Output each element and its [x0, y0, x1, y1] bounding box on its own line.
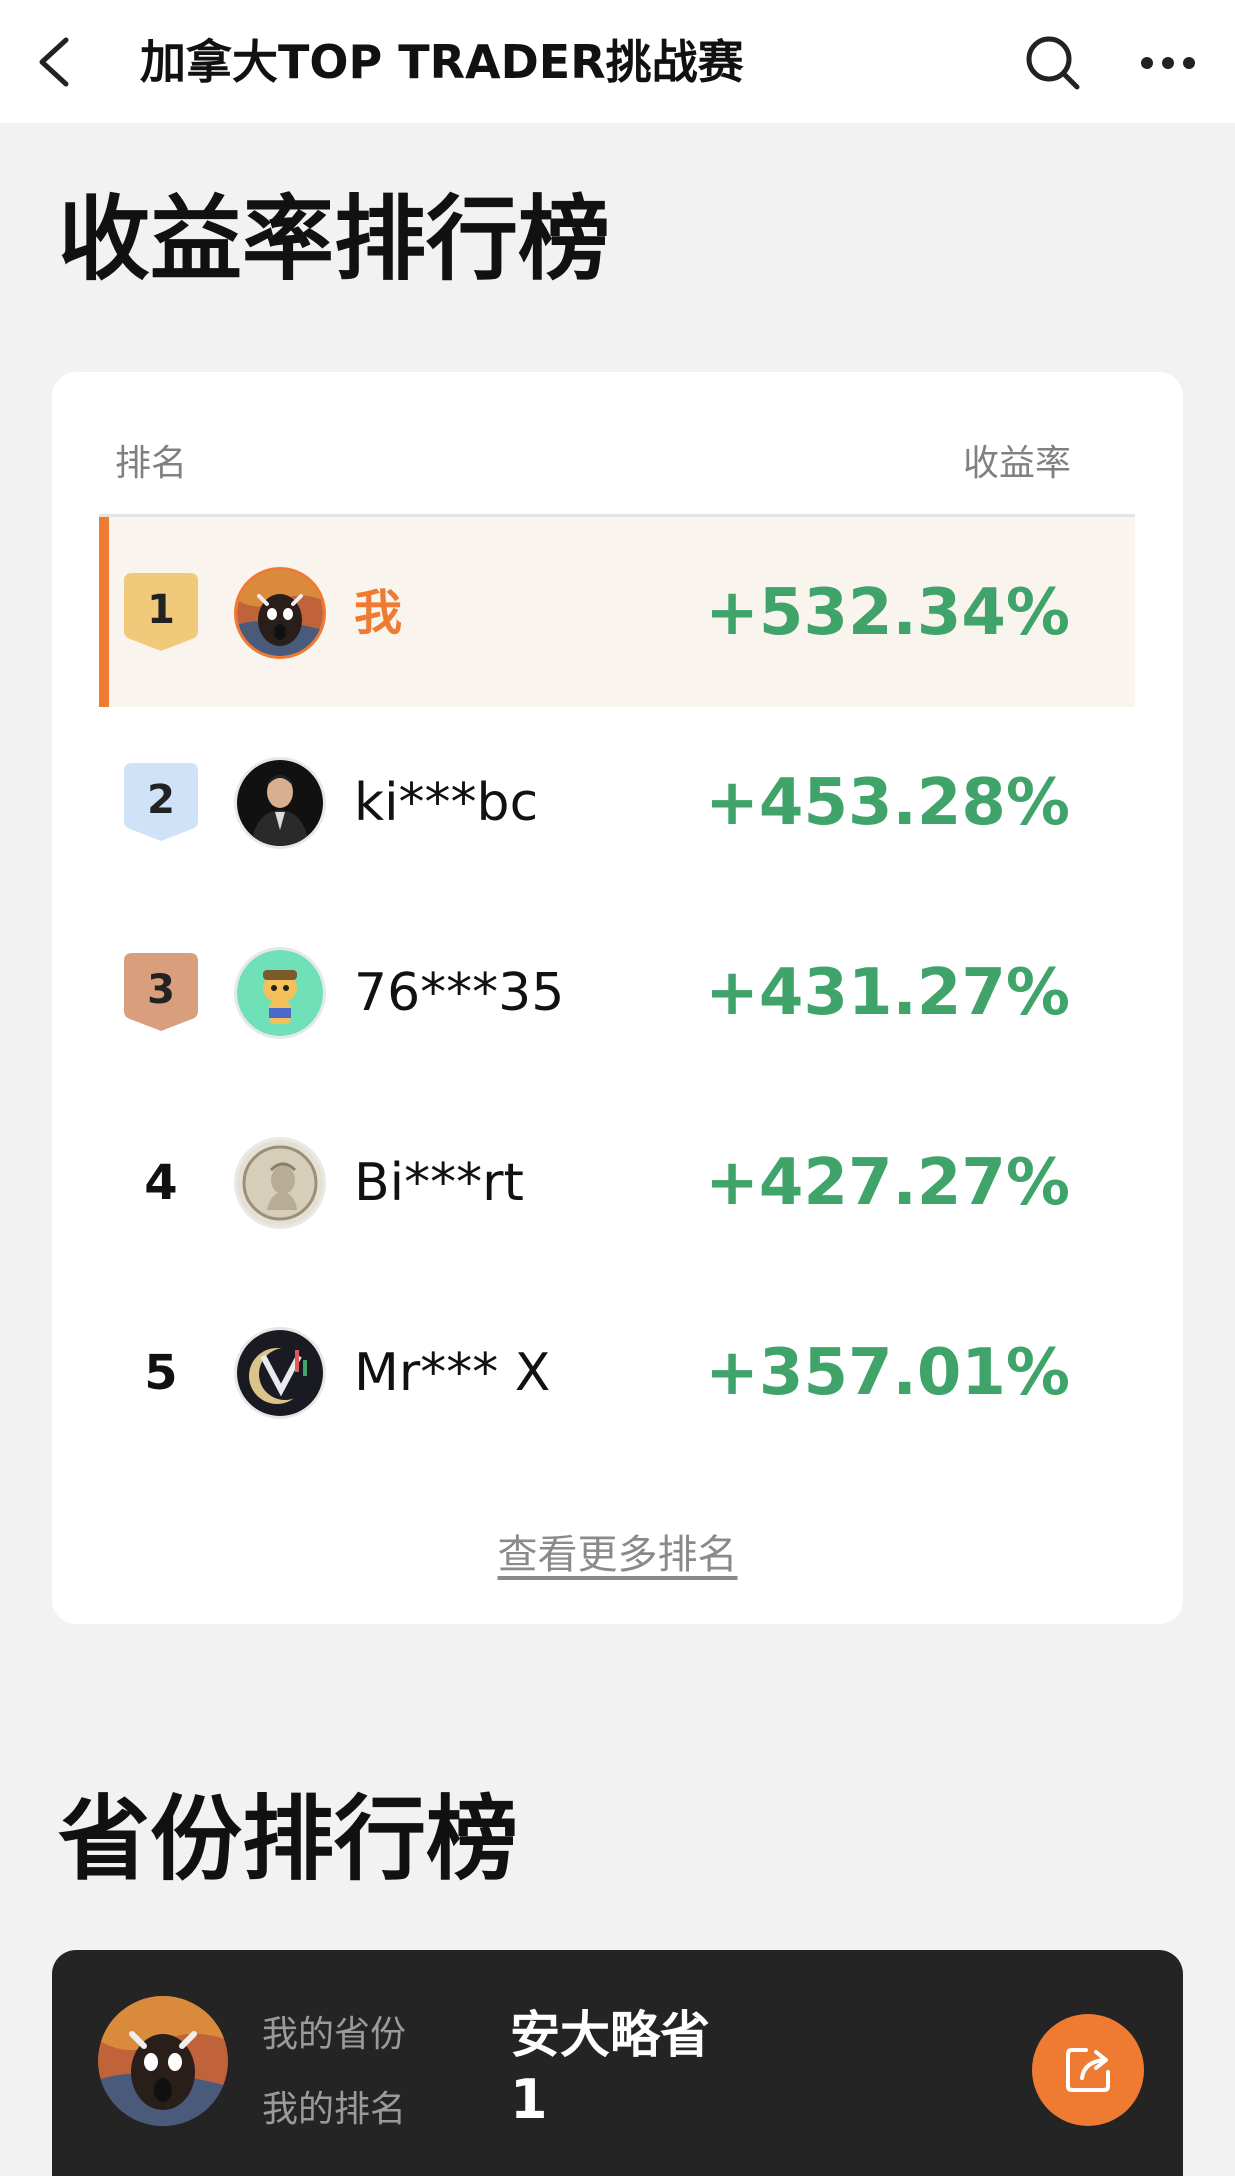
- ranking-row[interactable]: 2 ki***bc +453.28%: [99, 707, 1135, 897]
- return-value: +431.27%: [705, 956, 1070, 1030]
- my-province-card: 我的省份 我的排名 安大略省 1: [52, 1950, 1183, 2176]
- silver-rank-badge: 2: [124, 763, 198, 843]
- avatar: [234, 757, 326, 849]
- back-button[interactable]: [26, 30, 82, 94]
- return-ranking-title: 收益率排行榜: [58, 186, 611, 293]
- avatar: [234, 1327, 326, 1419]
- province-ranking-title: 省份排行榜: [58, 1786, 519, 1893]
- rank-number: 4: [144, 1155, 178, 1211]
- page-title: 加拿大TOP TRADER挑战赛: [140, 35, 744, 89]
- ranking-row-me[interactable]: 1 我 +532.34%: [99, 517, 1135, 707]
- column-header-return: 收益率: [962, 443, 1071, 484]
- search-icon: [1026, 36, 1080, 90]
- view-more-rankings-text[interactable]: 查看更多排名: [498, 1532, 738, 1578]
- return-value: +532.34%: [705, 576, 1070, 650]
- ranking-table-header: 排名 收益率: [52, 372, 1183, 517]
- share-button[interactable]: [1032, 2014, 1144, 2126]
- column-header-rank: 排名: [115, 443, 188, 484]
- my-province-value: 安大略省: [510, 2006, 710, 2064]
- gold-rank-badge: 1: [124, 573, 198, 653]
- ranking-row[interactable]: 3 76***35 +431.27%: [99, 897, 1135, 1087]
- return-value: +453.28%: [705, 766, 1070, 840]
- trader-name: 我: [354, 585, 403, 641]
- more-horizontal-icon: [1141, 57, 1195, 69]
- search-button[interactable]: [1020, 30, 1086, 96]
- chevron-left-icon: [39, 37, 69, 87]
- more-button[interactable]: [1130, 30, 1206, 96]
- avatar: [234, 947, 326, 1039]
- top-bar: 加拿大TOP TRADER挑战赛: [0, 0, 1235, 123]
- return-ranking-card: 排名 收益率 1 我 +532.34% 2 ki***bc +453.28% 3…: [52, 372, 1183, 1624]
- avatar: [234, 567, 326, 659]
- bronze-rank-badge: 3: [124, 953, 198, 1033]
- view-more-rankings-link: 查看更多排名: [52, 1522, 1183, 1580]
- ranking-row[interactable]: 5 Mr*** X +357.01%: [99, 1277, 1135, 1467]
- trader-name: 76***35: [354, 963, 565, 1023]
- my-province-label: 我的省份: [262, 2014, 407, 2055]
- trader-name: Mr*** X: [354, 1343, 551, 1403]
- return-value: +427.27%: [705, 1146, 1070, 1220]
- my-avatar: [98, 1996, 228, 2126]
- trader-name: ki***bc: [354, 773, 539, 833]
- trader-name: Bi***rt: [354, 1153, 524, 1213]
- avatar: [234, 1137, 326, 1229]
- my-rank-value: 1: [510, 2068, 548, 2131]
- return-value: +357.01%: [705, 1336, 1070, 1410]
- my-rank-label: 我的排名: [262, 2089, 407, 2130]
- share-icon: [1066, 2048, 1110, 2092]
- rank-number: 5: [144, 1345, 178, 1401]
- ranking-row[interactable]: 4 Bi***rt +427.27%: [99, 1087, 1135, 1277]
